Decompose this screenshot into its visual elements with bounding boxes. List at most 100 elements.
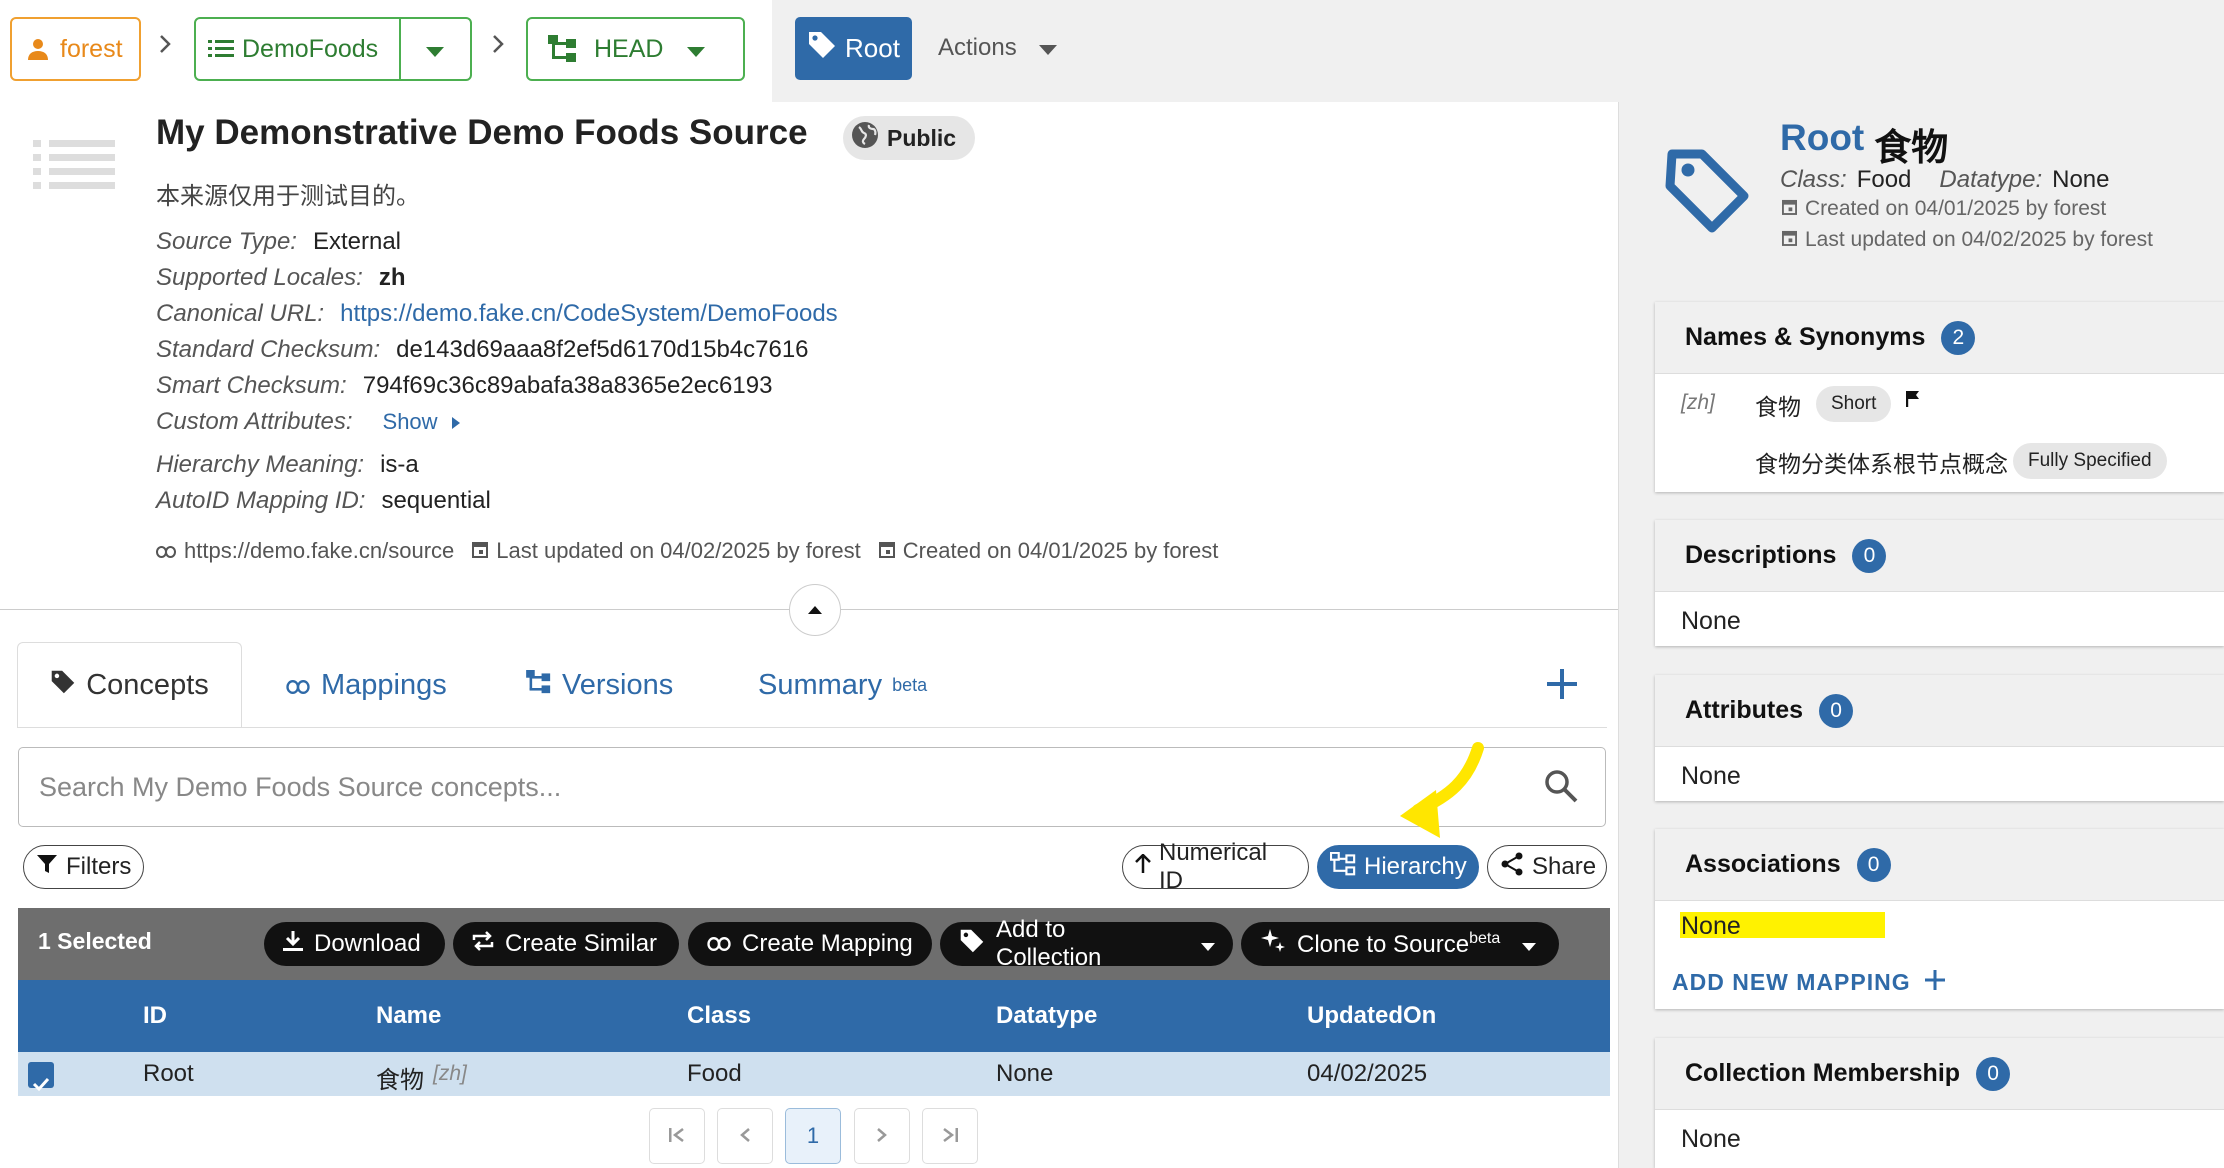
repo-label: DemoFoods (242, 34, 379, 63)
row-checkbox[interactable] (28, 1062, 54, 1092)
share-button[interactable]: Share (1487, 845, 1607, 889)
root-button[interactable]: Root (795, 17, 912, 80)
add-button[interactable] (1547, 660, 1577, 710)
search-icon[interactable] (1543, 768, 1579, 811)
collection-card-header: Collection Membership 0 (1655, 1038, 2224, 1110)
column-header-name[interactable]: Name (376, 1002, 441, 1030)
calendar-icon (472, 538, 489, 564)
names-count-badge: 2 (1941, 320, 1976, 355)
column-header-class[interactable]: Class (687, 1002, 751, 1030)
table-row[interactable]: Root 食物 [zh] Food None 04/02/2025 (18, 1052, 1610, 1096)
descriptions-count-badge: 0 (1852, 538, 1887, 573)
breadcrumb-separator (158, 30, 172, 62)
repo-dropdown-button[interactable] (401, 19, 470, 79)
version-tree-icon (526, 669, 552, 702)
table-header: ID Name Class Datatype UpdatedOn (18, 980, 1610, 1052)
repo-breadcrumb[interactable]: DemoFoods (194, 17, 472, 81)
concept-updated: Last updated on 04/02/2025 by forest (1782, 228, 2153, 252)
numerical-id-label: Numerical ID (1159, 839, 1268, 894)
prop-key: Smart Checksum: (156, 372, 347, 399)
names-locale: [zh] (1681, 391, 1715, 414)
show-label: Show (382, 409, 438, 434)
name-type-chip: Fully Specified (2013, 443, 2167, 479)
tab-mappings[interactable]: Mappings (285, 642, 447, 728)
cell-datatype: None (996, 1060, 1054, 1087)
descriptions-empty: None (1681, 607, 1741, 635)
datatype-key: Datatype: (1939, 166, 2043, 193)
page-button-current[interactable]: 1 (785, 1108, 841, 1164)
version-breadcrumb[interactable]: HEAD (526, 17, 745, 81)
selected-count: 1 Selected (38, 928, 152, 954)
tab-concepts[interactable]: Concepts (17, 642, 242, 728)
clone-to-source-button[interactable]: Clone to Sourcebeta (1241, 922, 1559, 966)
download-button[interactable]: Download (264, 922, 445, 966)
check-icon (32, 1070, 50, 1098)
associations-card-title: Associations (1685, 850, 1841, 878)
names-card-title: Names & Synonyms (1685, 323, 1926, 351)
source-meta: https://demo.fake.cn/source Last updated… (156, 538, 1218, 564)
updated-text: Last updated on 04/02/2025 by forest (1805, 228, 2153, 251)
prop-smart-checksum: Smart Checksum: 794f69c36c89abafa38a8365… (156, 372, 772, 400)
calendar-icon (878, 538, 895, 564)
name-entry: 食物 (1755, 394, 1801, 420)
collection-empty: None (1681, 1125, 1741, 1153)
numerical-id-button[interactable]: Numerical ID (1122, 839, 1309, 894)
prop-canonical-url: Canonical URL: https://demo.fake.cn/Code… (156, 300, 838, 328)
create-mapping-button[interactable]: Create Mapping (688, 922, 932, 966)
collection-card: Collection Membership 0 None (1655, 1038, 2224, 1168)
sparkle-icon (1259, 927, 1287, 962)
cell-updated: 04/02/2025 (1307, 1060, 1428, 1087)
name-entry: 食物分类体系根节点概念 (1755, 451, 2008, 477)
column-header-datatype[interactable]: Datatype (996, 1002, 1097, 1030)
last-page-button[interactable] (922, 1108, 978, 1164)
concept-class-line: Class: Food Datatype: None (1780, 166, 2110, 194)
prev-page-button[interactable] (717, 1108, 773, 1164)
descriptions-card-header: Descriptions 0 (1655, 520, 2224, 592)
source-list-icon (33, 140, 115, 190)
source-url[interactable]: https://demo.fake.cn/source (156, 538, 454, 564)
user-icon (26, 37, 50, 61)
beta-tag: beta (892, 674, 928, 695)
source-created-text: Created on 04/01/2025 by forest (902, 538, 1219, 563)
filters-button[interactable]: Filters (23, 845, 144, 889)
prop-autoid-mapping: AutoID Mapping ID: sequential (156, 487, 491, 515)
repo-link[interactable]: DemoFoods (196, 19, 401, 79)
tab-summary[interactable]: Summary beta (758, 642, 927, 728)
source-description: 本来源仅用于测试目的。 (156, 183, 420, 210)
tab-versions[interactable]: Versions (526, 642, 673, 728)
tab-label: Versions (562, 668, 674, 701)
prop-key: Standard Checksum: (156, 336, 381, 363)
canonical-url-link[interactable]: https://demo.fake.cn/CodeSystem/DemoFood… (340, 300, 838, 328)
search-input[interactable] (39, 771, 1439, 803)
arrow-annotation (1390, 740, 1500, 855)
add-new-mapping-button[interactable]: ADD NEW MAPPING (1672, 969, 1945, 996)
actions-menu[interactable]: Actions (938, 34, 1057, 62)
download-label: Download (314, 930, 421, 957)
calendar-icon (1782, 228, 1797, 252)
column-header-updatedon[interactable]: UpdatedOn (1307, 1002, 1436, 1030)
cell-name: 食物 (376, 1067, 424, 1094)
list-icon (208, 39, 234, 59)
add-to-collection-button[interactable]: Add to Collection (940, 916, 1233, 971)
collection-count-badge: 0 (1976, 1056, 2011, 1091)
caret-down-icon (687, 35, 706, 64)
column-header-id[interactable]: ID (143, 1002, 167, 1030)
show-attributes-toggle[interactable]: Show (383, 408, 460, 436)
collapse-header-button[interactable] (789, 584, 841, 636)
first-page-button[interactable] (649, 1108, 705, 1164)
chevron-right-icon (876, 1123, 888, 1149)
owner-breadcrumb[interactable]: forest (10, 17, 141, 81)
create-similar-button[interactable]: Create Similar (453, 922, 679, 966)
tab-divider (17, 727, 1607, 728)
prop-key: Supported Locales: (156, 264, 363, 291)
created-text: Created on 04/01/2025 by forest (1805, 197, 2107, 220)
caret-down-icon (1201, 930, 1215, 958)
class-value: Food (1856, 166, 1912, 193)
next-page-button[interactable] (854, 1108, 910, 1164)
concept-name: 食物 (1874, 127, 1949, 168)
globe-icon (851, 121, 879, 155)
source-created: Created on 04/01/2025 by forest (878, 538, 1219, 564)
visibility-badge: Public (843, 116, 975, 160)
collection-card-title: Collection Membership (1685, 1059, 1961, 1087)
beta-tag: beta (1469, 929, 1501, 947)
